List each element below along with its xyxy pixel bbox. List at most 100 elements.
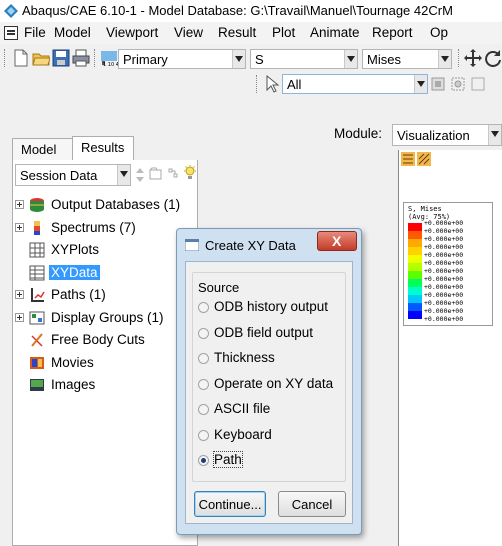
tree-item[interactable]: XYData xyxy=(13,262,197,284)
source-option[interactable]: Path xyxy=(198,451,348,471)
toolbar-grip[interactable] xyxy=(256,75,260,93)
legend-swatch xyxy=(408,255,422,263)
dialog-body: Source ODB history output ODB field outpu… xyxy=(185,261,353,524)
tree-item-label: Images xyxy=(51,377,96,392)
source-option[interactable]: Thickness xyxy=(198,349,348,369)
tree-item-label: Movies xyxy=(51,354,94,370)
expand-icon[interactable] xyxy=(15,200,24,209)
tree-item[interactable]: Display Groups (1) xyxy=(13,307,197,329)
tab-model-label: Model xyxy=(21,142,57,157)
source-option-label: Thickness xyxy=(214,350,275,365)
filter-tree-icon[interactable] xyxy=(167,167,181,181)
source-option[interactable]: ASCII file xyxy=(198,400,348,420)
tree-item[interactable]: Images xyxy=(13,374,197,396)
xydata-icon xyxy=(29,265,45,281)
menu-view[interactable]: View xyxy=(174,25,203,40)
tab-model[interactable]: Model xyxy=(12,138,74,160)
close-button[interactable]: X xyxy=(317,231,357,251)
source-option[interactable]: ODB field output xyxy=(198,324,348,344)
rotate-icon[interactable] xyxy=(484,49,502,67)
source-option[interactable]: ODB history output xyxy=(198,298,348,318)
render-style-select[interactable]: Primary xyxy=(118,49,246,69)
tree-item[interactable]: Output Databases (1) xyxy=(13,194,197,216)
selection-filter-select[interactable]: All xyxy=(282,74,428,94)
chevron-down-icon[interactable] xyxy=(117,165,130,185)
highlight-icon[interactable] xyxy=(183,164,197,182)
source-option[interactable]: Operate on XY data xyxy=(198,375,348,395)
expand-icon[interactable] xyxy=(15,290,24,299)
radio-button[interactable] xyxy=(198,404,209,415)
tree-item-label: Paths (1) xyxy=(51,287,106,302)
chevron-down-icon[interactable] xyxy=(232,50,245,68)
pan-icon[interactable] xyxy=(464,49,482,67)
selection-toolbar: All xyxy=(0,72,502,96)
toolbar-grip[interactable] xyxy=(4,49,8,67)
session-data-value: Session Data xyxy=(20,168,98,183)
radio-button[interactable] xyxy=(198,353,209,364)
legend-swatch xyxy=(408,303,422,311)
toolbar-grip[interactable] xyxy=(458,49,462,67)
color-map-icon[interactable] xyxy=(401,152,415,166)
select-from-viewport-icon[interactable] xyxy=(430,75,446,93)
print-icon[interactable] xyxy=(72,49,90,67)
viewport[interactable]: S, Mises (Avg: 75%) +0.000e+00 +0.000e+00… xyxy=(398,150,502,546)
chevron-down-icon[interactable] xyxy=(438,50,451,68)
legend-swatch xyxy=(408,295,422,303)
tree-item[interactable]: Movies xyxy=(13,352,197,374)
legend-value: +0.000e+00 xyxy=(424,235,464,243)
contour-options-icon[interactable] xyxy=(417,152,431,166)
continue-button[interactable]: Continue... xyxy=(194,491,266,517)
free-body-cut-icon xyxy=(29,332,45,348)
toolbar-grip[interactable] xyxy=(94,49,98,67)
legend-value: +0.000e+00 xyxy=(424,315,464,323)
tree-item-label: XYPlots xyxy=(51,242,100,257)
menu-plot[interactable]: Plot xyxy=(272,25,295,40)
menu-animate[interactable]: Animate xyxy=(310,25,360,40)
invariant-select[interactable]: Mises xyxy=(362,49,452,69)
tree-item-label: Output Databases (1) xyxy=(51,197,181,212)
open-folder-icon[interactable] xyxy=(32,49,50,67)
tree-item[interactable]: Free Body Cuts xyxy=(13,329,197,351)
menu-file[interactable]: File xyxy=(24,25,46,40)
menu-report[interactable]: Report xyxy=(372,25,413,40)
menu-model[interactable]: Model xyxy=(54,25,91,40)
legend-title: S, Mises xyxy=(408,205,442,213)
chevron-down-icon[interactable] xyxy=(344,50,357,68)
radio-button[interactable] xyxy=(198,302,209,313)
module-select[interactable]: Visualization xyxy=(392,124,502,146)
save-icon[interactable] xyxy=(52,49,70,67)
chevron-down-icon[interactable] xyxy=(488,125,501,145)
source-group-title: Source xyxy=(196,280,242,295)
box-select-icon[interactable] xyxy=(450,75,466,93)
continue-button-label: Continue... xyxy=(198,497,262,512)
radio-button[interactable] xyxy=(198,378,209,390)
tree-item[interactable]: Paths (1) xyxy=(13,284,197,306)
menu-viewport[interactable]: Viewport xyxy=(106,25,158,40)
session-data-select[interactable]: Session Data xyxy=(15,164,131,186)
legend-swatch xyxy=(408,239,422,247)
contour-legend: S, Mises (Avg: 75%) +0.000e+00 +0.000e+00… xyxy=(403,202,493,326)
menu-result[interactable]: Result xyxy=(218,25,256,40)
source-option[interactable]: Keyboard xyxy=(198,426,348,446)
radio-button[interactable] xyxy=(198,429,209,441)
collapse-tree-icon[interactable] xyxy=(149,167,163,181)
radio-button[interactable] xyxy=(198,455,209,466)
drag-shape-icon[interactable] xyxy=(470,75,486,93)
expand-icon[interactable] xyxy=(15,222,24,232)
menu-options[interactable]: Op xyxy=(430,25,448,40)
tab-results[interactable]: Results xyxy=(72,136,134,160)
legend-value: +0.000e+00 xyxy=(424,299,464,307)
radio-button[interactable] xyxy=(198,327,209,339)
up-down-arrows-icon[interactable] xyxy=(135,166,145,184)
legend-swatch xyxy=(408,311,422,319)
new-file-icon[interactable] xyxy=(12,49,30,67)
select-arrow-icon[interactable] xyxy=(264,75,280,93)
expand-icon[interactable] xyxy=(15,312,24,322)
variable-select[interactable]: S xyxy=(250,49,358,69)
system-menu-icon[interactable] xyxy=(4,26,18,40)
chevron-down-icon[interactable] xyxy=(414,75,427,93)
render-style-icon[interactable]: 1 10 40 xyxy=(100,49,118,67)
tree-item[interactable]: Spectrums (7) xyxy=(13,217,197,239)
tree-item[interactable]: XYPlots xyxy=(13,239,197,261)
cancel-button[interactable]: Cancel xyxy=(278,491,346,517)
